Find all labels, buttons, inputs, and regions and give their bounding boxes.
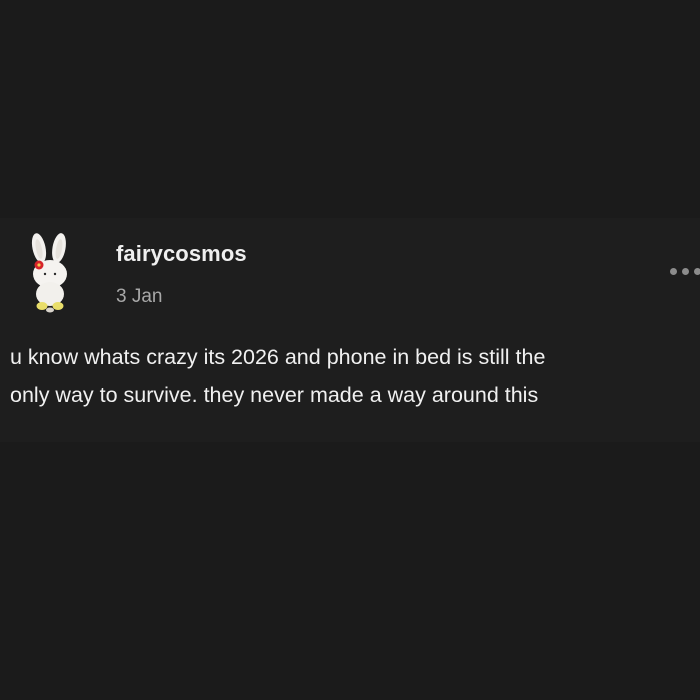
post-body-line: u know whats crazy its 2026 and phone in… [10, 345, 546, 369]
username[interactable]: fairycosmos [116, 241, 247, 267]
post-date: 3 Jan [116, 286, 163, 307]
post-body-line: only way to survive. they never made a w… [10, 383, 539, 407]
more-options-icon-dot [682, 268, 689, 275]
more-options-icon [670, 268, 677, 275]
post-card: fairycosmos 3 Jan u know whats crazy its… [0, 218, 700, 442]
screen: fairycosmos 3 Jan u know whats crazy its… [0, 0, 700, 700]
post-body: u know whats crazy its 2026 and phone in… [10, 338, 694, 414]
bunny-avatar-icon[interactable] [22, 232, 78, 314]
more-options-button[interactable] [666, 262, 700, 282]
more-options-icon-dot [694, 268, 700, 275]
